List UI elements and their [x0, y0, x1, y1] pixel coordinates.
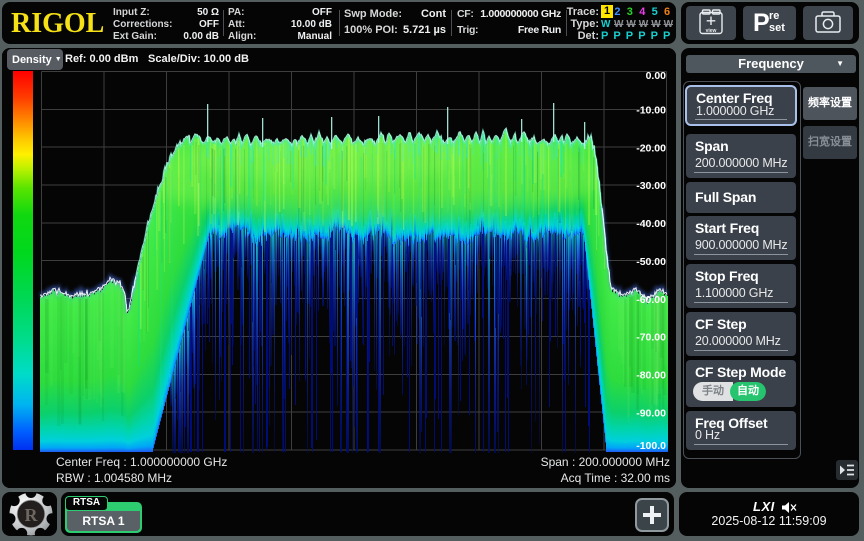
- svg-text:view: view: [706, 28, 717, 34]
- svg-text:-50.00: -50.00: [636, 256, 666, 268]
- svg-text:R: R: [25, 505, 39, 525]
- svg-text:0.00: 0.00: [646, 70, 667, 82]
- svg-text:-100.0: -100.0: [636, 440, 666, 452]
- svg-text:-40.00: -40.00: [636, 218, 666, 230]
- svg-text:-20.00: -20.00: [636, 142, 666, 154]
- svg-text:-70.00: -70.00: [636, 332, 666, 344]
- svg-text:-10.00: -10.00: [636, 105, 666, 117]
- svg-text:-30.00: -30.00: [636, 180, 666, 192]
- svg-text:-80.00: -80.00: [636, 370, 666, 382]
- svg-text:-60.00: -60.00: [636, 294, 666, 306]
- svg-text:-90.00: -90.00: [636, 407, 666, 419]
